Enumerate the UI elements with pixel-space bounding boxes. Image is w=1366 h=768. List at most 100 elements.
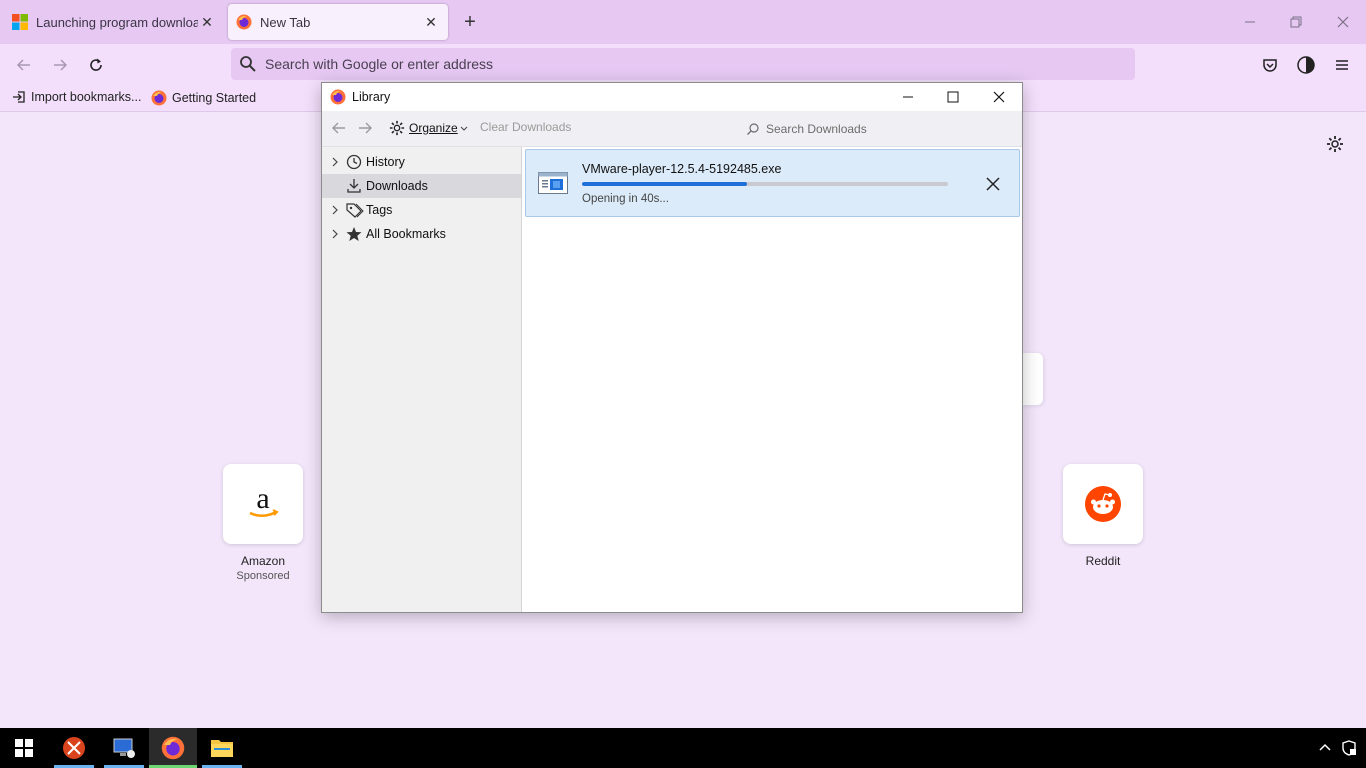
sidebar-item-tags[interactable]: Tags bbox=[322, 198, 521, 222]
bookmark-label: Getting Started bbox=[172, 91, 257, 105]
reload-button[interactable] bbox=[84, 53, 108, 77]
app-tools-icon bbox=[63, 737, 85, 759]
reddit-logo-icon bbox=[1085, 486, 1121, 522]
shortcut-sponsored-label: Sponsored bbox=[236, 570, 290, 582]
shortcut-name: Amazon bbox=[240, 554, 286, 568]
clock-icon bbox=[346, 154, 362, 170]
taskbar-app-tools[interactable] bbox=[50, 728, 98, 768]
taskbar bbox=[0, 728, 1366, 768]
library-maximize-icon[interactable] bbox=[943, 87, 963, 107]
search-downloads-placeholder: Search Downloads bbox=[766, 122, 867, 136]
bookmark-getting-started[interactable]: Getting Started bbox=[151, 90, 256, 106]
organize-button[interactable]: Organize bbox=[389, 120, 468, 136]
pocket-button[interactable] bbox=[1258, 53, 1282, 77]
tab-new-tab[interactable]: New Tab ✕ bbox=[228, 4, 448, 40]
download-filename: VMware-player-12.5.4-5192485.exe bbox=[582, 162, 782, 176]
address-placeholder: Search with Google or enter address bbox=[265, 56, 494, 72]
tag-icon bbox=[346, 203, 364, 218]
gear-icon bbox=[389, 120, 405, 136]
amazon-logo-icon: a bbox=[249, 484, 279, 517]
library-sidebar: History Downloads Tags All Bookmarks bbox=[322, 147, 522, 612]
tab-close-icon[interactable]: ✕ bbox=[198, 13, 216, 31]
tab-close-icon[interactable]: ✕ bbox=[422, 13, 440, 31]
minimize-icon[interactable] bbox=[1240, 12, 1260, 32]
star-icon bbox=[346, 227, 362, 241]
cancel-download-button[interactable] bbox=[984, 175, 1002, 193]
microsoft-favicon-icon bbox=[12, 14, 28, 30]
new-tab-button[interactable]: + bbox=[458, 10, 482, 34]
chevron-right-icon[interactable] bbox=[330, 228, 340, 240]
organize-label: Organize bbox=[409, 121, 458, 135]
app-menu-button[interactable] bbox=[1330, 53, 1354, 77]
hidden-shortcut-tile bbox=[1022, 353, 1043, 405]
library-toolbar: Organize Clear Downloads Search Download… bbox=[322, 111, 1022, 147]
security-tray-icon[interactable] bbox=[1341, 740, 1357, 759]
clear-downloads-button[interactable]: Clear Downloads bbox=[480, 120, 571, 134]
chevron-down-icon bbox=[460, 126, 468, 131]
show-hidden-icons-button[interactable] bbox=[1318, 740, 1332, 757]
forward-arrow-icon bbox=[359, 122, 372, 134]
navigation-toolbar: Search with Google or enter address bbox=[0, 44, 1366, 86]
sidebar-item-label: Tags bbox=[366, 203, 393, 217]
gear-icon bbox=[1327, 136, 1343, 152]
chevron-right-icon[interactable] bbox=[330, 156, 340, 168]
tab-label: New Tab bbox=[260, 14, 311, 30]
back-arrow-icon bbox=[16, 59, 30, 71]
search-icon bbox=[240, 56, 256, 72]
reload-icon bbox=[90, 58, 102, 71]
tab-label: Launching program download bbox=[36, 14, 198, 30]
shortcut-tile: a bbox=[223, 464, 303, 544]
tab-launching-program[interactable]: Launching program download ✕ bbox=[4, 4, 224, 40]
taskbar-app-file-explorer[interactable] bbox=[198, 728, 246, 768]
library-minimize-icon[interactable] bbox=[898, 87, 918, 107]
sidebar-item-downloads[interactable]: Downloads bbox=[322, 174, 521, 198]
sidebar-item-label: All Bookmarks bbox=[366, 227, 446, 241]
sidebar-item-all-bookmarks[interactable]: All Bookmarks bbox=[322, 222, 521, 246]
download-progress-bar bbox=[582, 182, 948, 186]
close-icon bbox=[986, 177, 1000, 191]
shield-icon bbox=[1342, 740, 1356, 756]
shortcut-tile bbox=[1063, 464, 1143, 544]
library-titlebar: Library bbox=[322, 83, 1022, 111]
svg-text:a: a bbox=[256, 484, 269, 515]
back-button[interactable] bbox=[12, 53, 36, 77]
search-downloads-input[interactable]: Search Downloads bbox=[742, 116, 1017, 142]
search-icon bbox=[747, 123, 759, 135]
forward-arrow-icon bbox=[54, 59, 68, 71]
library-back-button[interactable] bbox=[331, 120, 347, 136]
account-button[interactable] bbox=[1294, 53, 1318, 77]
library-forward-button[interactable] bbox=[357, 120, 373, 136]
sidebar-item-history[interactable]: History bbox=[322, 150, 521, 174]
back-arrow-icon bbox=[332, 122, 345, 134]
taskbar-app-firefox[interactable] bbox=[149, 728, 197, 768]
download-progress-fill bbox=[582, 182, 747, 186]
pocket-icon bbox=[1263, 59, 1277, 72]
firefox-icon bbox=[161, 736, 185, 760]
sidebar-item-label: Downloads bbox=[366, 179, 428, 193]
address-bar[interactable]: Search with Google or enter address bbox=[231, 48, 1135, 80]
start-button[interactable] bbox=[0, 728, 48, 768]
chevron-up-icon bbox=[1319, 743, 1331, 751]
library-close-icon[interactable] bbox=[989, 87, 1009, 107]
downloads-list: VMware-player-12.5.4-5192485.exe Opening… bbox=[523, 147, 1022, 612]
chevron-right-icon[interactable] bbox=[330, 204, 340, 216]
taskbar-app-network[interactable] bbox=[100, 728, 148, 768]
clear-downloads-label: Clear Downloads bbox=[480, 120, 572, 134]
customize-button[interactable] bbox=[1326, 135, 1344, 156]
network-computer-icon bbox=[113, 738, 135, 758]
restore-icon[interactable] bbox=[1286, 12, 1306, 32]
shortcut-reddit[interactable]: Reddit bbox=[1063, 464, 1143, 568]
firefox-icon bbox=[330, 89, 346, 105]
download-item[interactable]: VMware-player-12.5.4-5192485.exe Opening… bbox=[525, 149, 1020, 217]
download-status: Opening in 40s... bbox=[582, 193, 669, 205]
download-icon bbox=[347, 179, 361, 193]
bookmark-import[interactable]: Import bookmarks... bbox=[12, 90, 141, 104]
bookmark-label: Import bookmarks... bbox=[31, 90, 142, 104]
tab-strip: Launching program download ✕ New Tab ✕ + bbox=[0, 0, 1366, 44]
shortcut-amazon[interactable]: a Amazon Sponsored bbox=[223, 464, 303, 582]
executable-file-icon bbox=[538, 172, 568, 194]
firefox-icon bbox=[151, 90, 167, 106]
folder-icon bbox=[211, 740, 233, 757]
forward-button[interactable] bbox=[48, 53, 72, 77]
close-window-icon[interactable] bbox=[1333, 12, 1353, 32]
